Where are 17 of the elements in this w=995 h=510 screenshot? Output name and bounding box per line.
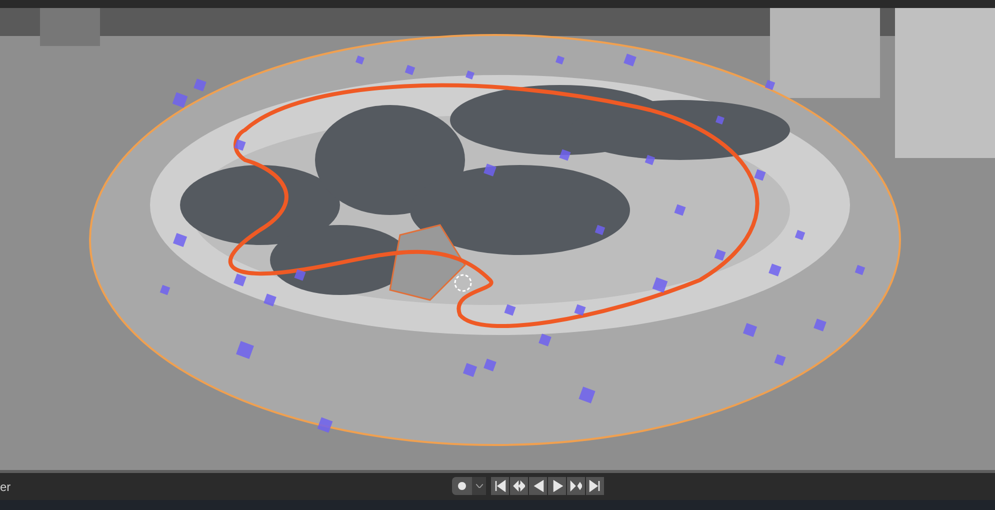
play-button[interactable]: [548, 477, 566, 495]
caret-icon: [476, 484, 482, 488]
jump-end-icon: [589, 480, 601, 492]
prev-keyframe-button[interactable]: [510, 477, 528, 495]
play-reverse-button[interactable]: [529, 477, 547, 495]
next-keyframe-icon: [570, 480, 582, 492]
timeline-label: er: [0, 478, 11, 496]
play-icon: [551, 480, 563, 492]
next-keyframe-button[interactable]: [567, 477, 585, 495]
record-button[interactable]: [452, 477, 472, 495]
jump-start-button[interactable]: [491, 477, 509, 495]
dropdown-button[interactable]: [472, 477, 486, 495]
jump-end-button[interactable]: [586, 477, 604, 495]
jump-start-icon: [494, 480, 506, 492]
play-reverse-icon: [532, 480, 544, 492]
record-icon: [458, 482, 466, 490]
prev-keyframe-icon: [513, 480, 525, 492]
